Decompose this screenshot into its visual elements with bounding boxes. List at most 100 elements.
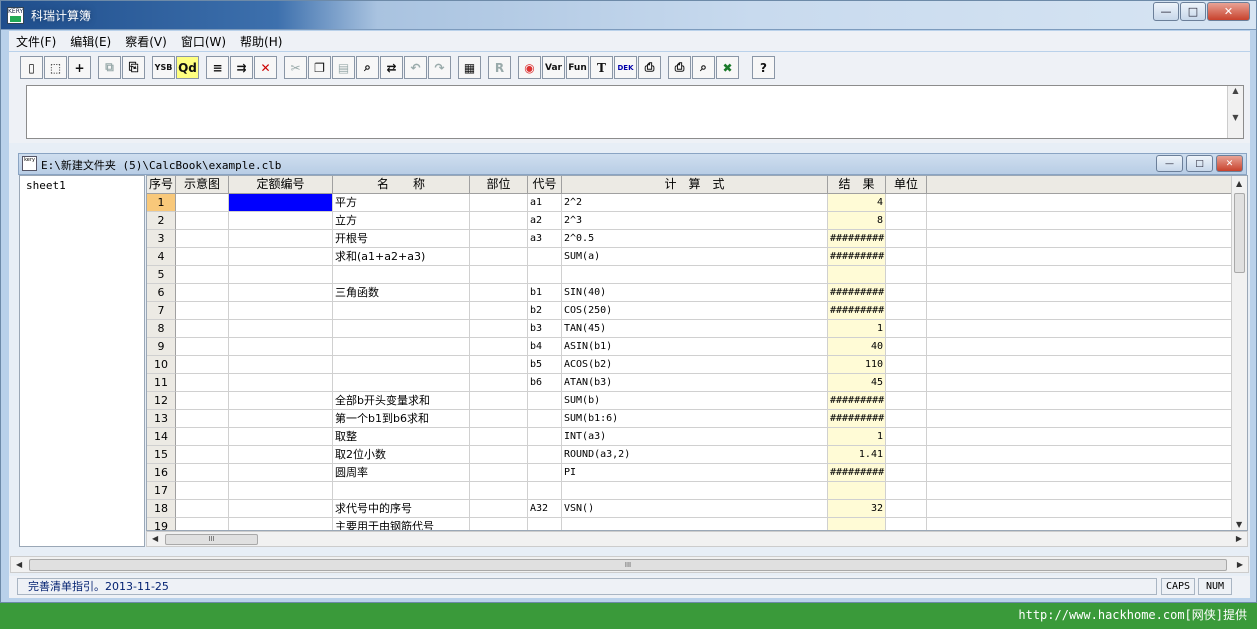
formula-cell[interactable]: ASIN(b1) bbox=[562, 338, 828, 356]
var-code-cell[interactable] bbox=[528, 446, 562, 464]
unit-cell[interactable] bbox=[886, 464, 927, 482]
var-code-cell[interactable]: a2 bbox=[528, 212, 562, 230]
part-cell[interactable] bbox=[470, 482, 528, 500]
schematic-cell[interactable] bbox=[176, 500, 229, 518]
blank-cell[interactable] bbox=[927, 194, 1247, 212]
part-cell[interactable] bbox=[470, 392, 528, 410]
row-number[interactable]: 1 bbox=[147, 194, 176, 212]
row-number[interactable]: 12 bbox=[147, 392, 176, 410]
schematic-cell[interactable] bbox=[176, 356, 229, 374]
var-code-cell[interactable]: b3 bbox=[528, 320, 562, 338]
header-var-code[interactable]: 代号 bbox=[528, 176, 562, 194]
formula-cell[interactable]: SIN(40) bbox=[562, 284, 828, 302]
unit-cell[interactable] bbox=[886, 248, 927, 266]
var-code-cell[interactable]: A32 bbox=[528, 500, 562, 518]
unit-cell[interactable] bbox=[886, 428, 927, 446]
text-icon[interactable]: T bbox=[590, 56, 613, 79]
result-cell[interactable]: ######### bbox=[828, 302, 886, 320]
name-cell[interactable]: 取整 bbox=[333, 428, 470, 446]
var-icon[interactable]: Var bbox=[542, 56, 565, 79]
name-cell[interactable] bbox=[333, 374, 470, 392]
row-number[interactable]: 5 bbox=[147, 266, 176, 284]
formula-cell[interactable]: ROUND(a3,2) bbox=[562, 446, 828, 464]
result-cell[interactable]: 40 bbox=[828, 338, 886, 356]
fun-icon[interactable]: Fun bbox=[566, 56, 589, 79]
schematic-cell[interactable] bbox=[176, 194, 229, 212]
name-cell[interactable] bbox=[333, 338, 470, 356]
minimize-button[interactable]: — bbox=[1153, 2, 1179, 21]
quota-code-cell[interactable] bbox=[229, 392, 333, 410]
quota-code-cell[interactable] bbox=[229, 500, 333, 518]
table-row[interactable]: 10 b5 ACOS(b2) 110 bbox=[147, 356, 1247, 374]
row-number[interactable]: 19 bbox=[147, 518, 176, 530]
table-row[interactable]: 14 取整 INT(a3) 1 bbox=[147, 428, 1247, 446]
copy-sheet-icon[interactable]: ⧉ bbox=[98, 56, 121, 79]
name-cell[interactable]: 第一个b1到b6求和 bbox=[333, 410, 470, 428]
blank-cell[interactable] bbox=[927, 212, 1247, 230]
part-cell[interactable] bbox=[470, 302, 528, 320]
quota-code-cell[interactable] bbox=[229, 194, 333, 212]
quota-code-cell[interactable] bbox=[229, 374, 333, 392]
formula-cell[interactable] bbox=[562, 482, 828, 500]
result-cell[interactable]: ######### bbox=[828, 248, 886, 266]
quota-code-cell[interactable] bbox=[229, 464, 333, 482]
result-cell[interactable] bbox=[828, 482, 886, 500]
excel-icon[interactable]: ✖ bbox=[716, 56, 739, 79]
row-number[interactable]: 14 bbox=[147, 428, 176, 446]
row-number[interactable]: 8 bbox=[147, 320, 176, 338]
formula-cell[interactable]: 2^2 bbox=[562, 194, 828, 212]
unit-cell[interactable] bbox=[886, 266, 927, 284]
var-code-cell[interactable] bbox=[528, 518, 562, 530]
table-row[interactable]: 4 求和(a1+a2+a3) SUM(a) ######### bbox=[147, 248, 1247, 266]
formula-cell[interactable] bbox=[562, 518, 828, 530]
formula-cell[interactable]: ACOS(b2) bbox=[562, 356, 828, 374]
result-cell[interactable]: 1 bbox=[828, 320, 886, 338]
var-code-cell[interactable]: b1 bbox=[528, 284, 562, 302]
find-icon[interactable]: ⌕ bbox=[356, 56, 379, 79]
ysb-icon[interactable]: YSB bbox=[152, 56, 175, 79]
formula-cell[interactable]: TAN(45) bbox=[562, 320, 828, 338]
result-cell[interactable]: ######### bbox=[828, 284, 886, 302]
row-number[interactable]: 9 bbox=[147, 338, 176, 356]
result-cell[interactable]: 32 bbox=[828, 500, 886, 518]
header-schematic[interactable]: 示意图 bbox=[176, 176, 229, 194]
result-cell[interactable]: 4 bbox=[828, 194, 886, 212]
table-row[interactable]: 8 b3 TAN(45) 1 bbox=[147, 320, 1247, 338]
name-cell[interactable]: 平方 bbox=[333, 194, 470, 212]
part-cell[interactable] bbox=[470, 356, 528, 374]
header-unit[interactable]: 单位 bbox=[886, 176, 927, 194]
part-cell[interactable] bbox=[470, 446, 528, 464]
quota-code-cell[interactable] bbox=[229, 248, 333, 266]
part-cell[interactable] bbox=[470, 464, 528, 482]
blank-cell[interactable] bbox=[927, 392, 1247, 410]
quota-code-cell[interactable] bbox=[229, 356, 333, 374]
table-row[interactable]: 7 b2 COS(250) ######### bbox=[147, 302, 1247, 320]
result-cell[interactable]: 110 bbox=[828, 356, 886, 374]
table-row[interactable]: 18 求代号中的序号 A32 VSN() 32 bbox=[147, 500, 1247, 518]
table-row[interactable]: 6 三角函数 b1 SIN(40) ######### bbox=[147, 284, 1247, 302]
blank-cell[interactable] bbox=[927, 230, 1247, 248]
formula-cell[interactable]: COS(250) bbox=[562, 302, 828, 320]
qd-icon[interactable]: Qd bbox=[176, 56, 199, 79]
part-cell[interactable] bbox=[470, 374, 528, 392]
part-cell[interactable] bbox=[470, 320, 528, 338]
blank-cell[interactable] bbox=[927, 446, 1247, 464]
name-cell[interactable]: 取2位小数 bbox=[333, 446, 470, 464]
schematic-cell[interactable] bbox=[176, 482, 229, 500]
var-code-cell[interactable] bbox=[528, 248, 562, 266]
part-cell[interactable] bbox=[470, 248, 528, 266]
blank-cell[interactable] bbox=[927, 374, 1247, 392]
result-cell[interactable] bbox=[828, 518, 886, 530]
table-row[interactable]: 2 立方 a2 2^3 8 bbox=[147, 212, 1247, 230]
quota-code-cell[interactable] bbox=[229, 284, 333, 302]
redo-icon[interactable]: ↷ bbox=[428, 56, 451, 79]
unit-cell[interactable] bbox=[886, 500, 927, 518]
title-bar[interactable]: KERY 科瑞计算簿 — □ ✕ bbox=[1, 1, 1256, 30]
menu-window[interactable]: 窗口(W) bbox=[174, 33, 233, 50]
table-row[interactable]: 19 主要用于由钢筋代号 bbox=[147, 518, 1247, 530]
doc-minimize-button[interactable]: — bbox=[1156, 155, 1183, 172]
result-cell[interactable]: 8 bbox=[828, 212, 886, 230]
doc-close-button[interactable]: ✕ bbox=[1216, 155, 1243, 172]
result-cell[interactable]: ######### bbox=[828, 230, 886, 248]
unit-cell[interactable] bbox=[886, 338, 927, 356]
